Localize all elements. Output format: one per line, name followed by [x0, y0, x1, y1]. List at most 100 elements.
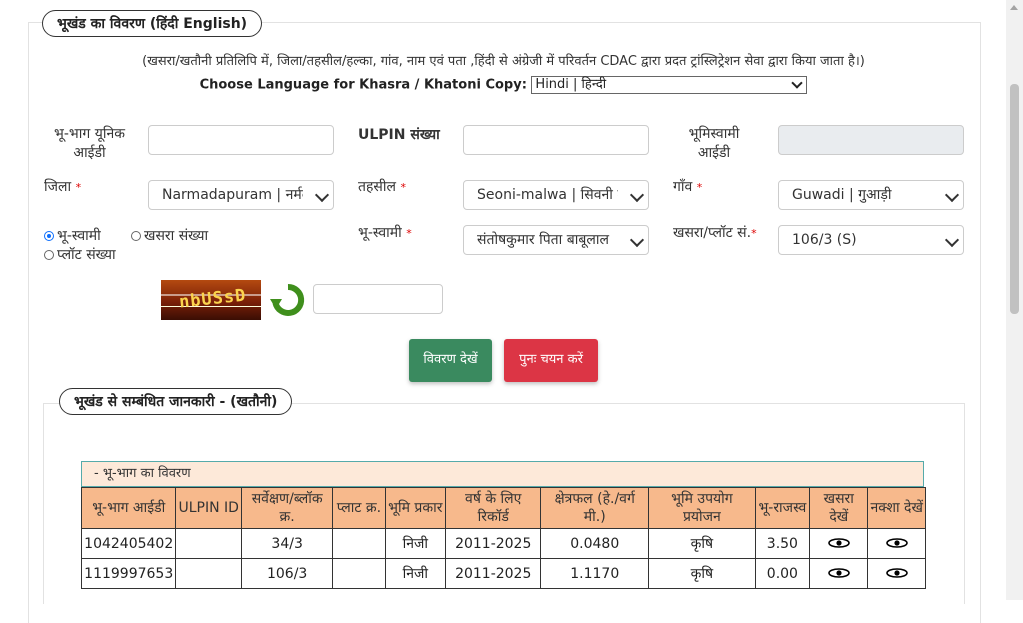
radio-checked-icon — [44, 230, 54, 241]
table-cell: 1042405402 — [80, 528, 177, 559]
table-cell — [332, 528, 386, 559]
district-select-value: Narmadapuram | नर्मदापुरम — [162, 187, 303, 203]
view-map-cell — [867, 528, 926, 559]
chevron-down-icon — [629, 232, 645, 248]
village-select-value: Guwadi | गुआड़ी — [792, 187, 892, 203]
table-cell: 0.0480 — [540, 528, 650, 559]
table-cell — [175, 558, 243, 589]
tehsil-label: तहसील — [358, 179, 396, 195]
khasra-select-value: 106/3 (S) — [792, 232, 857, 248]
header-cell: प्लाट क्र. — [332, 487, 386, 529]
chevron-down-icon — [629, 187, 645, 203]
radio-unchecked-icon — [131, 230, 141, 241]
header-cell: वर्ष के लिए रिकॉर्ड — [445, 487, 542, 529]
header-cell: खसरा देखें — [809, 487, 869, 529]
tehsil-label-wrap: तहसील * — [358, 178, 406, 197]
khasra-label-wrap: खसरा/प्लॉट सं.* — [673, 224, 757, 243]
owner-id-input — [778, 125, 964, 155]
ulpin-label: ULPIN संख्या — [358, 127, 440, 143]
radio-plot-label: प्लॉट संख्या — [57, 247, 116, 263]
table-cell — [332, 558, 386, 589]
eye-icon[interactable] — [885, 567, 908, 578]
district-label-wrap: जिला * — [44, 178, 81, 197]
captcha-text: nbUSsD — [178, 285, 248, 313]
header-cell: भूमि उपयोग प्रयोजन — [648, 487, 756, 529]
required-marker: * — [751, 227, 757, 240]
table-cell: निजी — [384, 558, 447, 589]
table-row: 1042405402 34/3 निजी 2011-2025 0.0480 कृ… — [80, 528, 926, 559]
radio-plot[interactable]: प्लॉट संख्या — [44, 245, 116, 264]
district-select[interactable]: Narmadapuram | नर्मदापुरम — [148, 180, 334, 210]
unique-id-label: भू-भाग यूनिक आईडी — [54, 126, 125, 161]
page-scrollbar[interactable] — [1006, 0, 1023, 600]
khasra-label: खसरा/प्लॉट सं. — [673, 225, 752, 241]
table-row: 1119997653 106/3 निजी 2011-2025 1.1170 क… — [80, 558, 926, 589]
eye-icon[interactable] — [885, 537, 908, 548]
captcha-image: nbUSsD — [161, 280, 261, 320]
required-marker: * — [406, 227, 412, 240]
captcha-input[interactable] — [313, 284, 443, 314]
language-select-value: Hindi | हिन्दी — [535, 77, 607, 92]
owner-label: भू-स्वामी — [358, 225, 402, 241]
table-cell — [175, 528, 243, 559]
table-cell: 0.00 — [754, 558, 811, 589]
owner-id-label: भूमिस्वामी आईडी — [688, 126, 740, 161]
table-cell: 3.50 — [754, 528, 811, 559]
table-caption: - भू-भाग का विवरण — [81, 461, 924, 487]
reset-selection-button[interactable]: पुनः चयन करें — [504, 339, 598, 382]
required-marker: * — [696, 181, 703, 194]
refresh-icon[interactable] — [270, 283, 306, 321]
eye-icon[interactable] — [827, 537, 850, 548]
radio-owner[interactable]: भू-स्वामी — [44, 226, 101, 245]
view-map-cell — [867, 558, 926, 589]
khasra-select[interactable]: 106/3 (S) — [778, 225, 964, 255]
language-select[interactable]: Hindi | हिन्दी — [531, 76, 808, 94]
radio-unchecked-icon — [44, 249, 54, 260]
radio-khasra[interactable]: खसरा संख्या — [131, 226, 208, 245]
chevron-down-icon — [944, 187, 960, 203]
header-cell: भू-राजस्व — [754, 487, 811, 529]
header-cell: ULPIN ID — [175, 487, 243, 529]
table-cell: निजी — [384, 528, 447, 559]
land-details-table: भू-भाग आईडी ULPIN ID सर्वेक्षण/ब्लॉक क्र… — [80, 487, 926, 589]
owner-select[interactable]: संतोषकुमार पिता बाबूलाल — [463, 225, 649, 255]
village-label: गाँव — [673, 179, 693, 195]
radio-owner-label: भू-स्वामी — [57, 228, 101, 244]
section-title-land-details: भूखंड का विवरण (हिंदी English) — [42, 10, 263, 37]
required-marker: * — [75, 181, 82, 194]
table-cell: 34/3 — [241, 528, 334, 559]
chevron-down-icon — [791, 77, 804, 89]
language-label: Choose Language for Khasra / Khatoni Cop… — [199, 77, 527, 93]
table-cell: 106/3 — [241, 558, 334, 589]
owner-label-wrap: भू-स्वामी * — [358, 224, 412, 243]
tehsil-select-value: Seoni-malwa | सिवनी मालवा — [477, 187, 618, 203]
chevron-down-icon — [314, 187, 330, 203]
required-marker: * — [400, 181, 406, 194]
language-row: Choose Language for Khasra / Khatoni Cop… — [28, 76, 979, 94]
table-cell: कृषि — [648, 528, 756, 559]
transliteration-note: (खसरा/खतौनी प्रतिलिपि में, जिला/तहसील/हल… — [142, 54, 865, 69]
eye-icon[interactable] — [827, 567, 850, 578]
village-select[interactable]: Guwadi | गुआड़ी — [778, 180, 964, 210]
table-cell: 1119997653 — [80, 558, 177, 589]
district-label: जिला — [44, 179, 72, 195]
view-details-button[interactable]: विवरण देखें — [409, 339, 492, 382]
scroll-up-icon[interactable] — [1010, 5, 1018, 10]
scrollbar-thumb[interactable] — [1010, 84, 1019, 314]
table-cell: कृषि — [648, 558, 756, 589]
tehsil-select[interactable]: Seoni-malwa | सिवनी मालवा — [463, 180, 649, 210]
ulpin-input[interactable] — [463, 125, 649, 155]
header-cell: सर्वेक्षण/ब्लॉक क्र. — [241, 487, 334, 529]
header-cell: क्षेत्रफल (हे./वर्ग मी.) — [540, 487, 650, 529]
radio-khasra-label: खसरा संख्या — [144, 228, 209, 244]
header-cell: भू-भाग आईडी — [80, 487, 177, 529]
header-cell: भूमि प्रकार — [384, 487, 447, 529]
owner-select-value: संतोषकुमार पिता बाबूलाल — [477, 232, 609, 248]
view-khasra-cell — [809, 528, 869, 559]
header-cell: नक्शा देखें — [867, 487, 926, 529]
chevron-down-icon — [944, 232, 960, 248]
unique-id-input[interactable] — [148, 125, 334, 155]
view-khasra-cell — [809, 558, 869, 589]
section-title-khatauni: भूखंड से सम्बंधित जानकारी - (खतौनी) — [59, 388, 293, 415]
table-cell: 2011-2025 — [445, 558, 542, 589]
